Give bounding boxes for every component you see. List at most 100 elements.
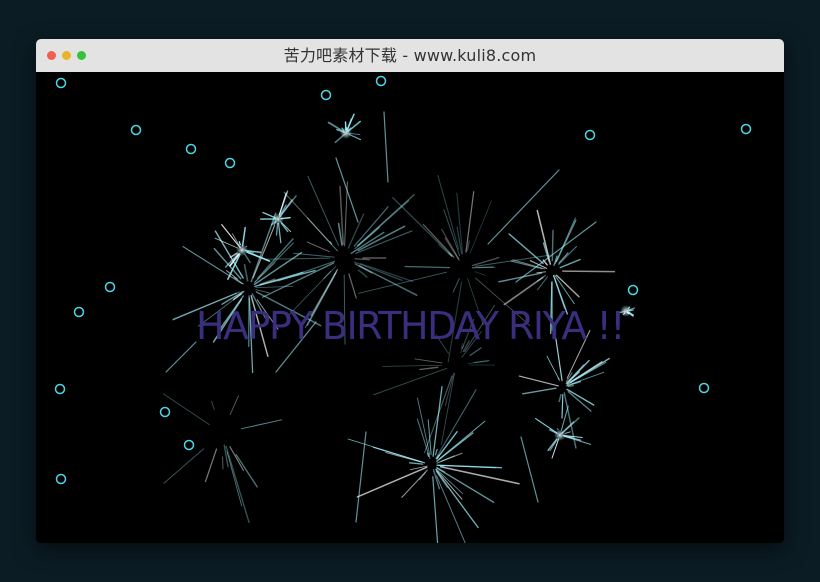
spark-streak bbox=[553, 275, 568, 315]
spark-streak bbox=[323, 270, 332, 279]
spark-streak bbox=[248, 297, 254, 374]
spark-streak bbox=[337, 222, 343, 246]
floating-ring bbox=[224, 157, 236, 169]
spark-streak bbox=[562, 270, 616, 273]
spark-streak bbox=[392, 196, 453, 257]
spark-streak bbox=[343, 274, 346, 345]
spark-streak bbox=[353, 261, 403, 281]
spark-streak bbox=[558, 393, 562, 403]
spark-streak bbox=[235, 453, 258, 488]
spark-streak bbox=[373, 367, 448, 396]
spark-streak bbox=[464, 304, 496, 353]
spark-streak bbox=[465, 191, 475, 253]
burst-core bbox=[340, 127, 352, 139]
spark-streak bbox=[475, 277, 531, 327]
floating-ring bbox=[183, 439, 195, 451]
spark-streak bbox=[229, 395, 239, 416]
spark-streak bbox=[357, 269, 368, 278]
spark-streak bbox=[435, 389, 477, 460]
spark-streak bbox=[447, 281, 463, 363]
spark-streak bbox=[182, 246, 243, 285]
spark-streak bbox=[564, 431, 571, 434]
spark-streak bbox=[382, 364, 442, 367]
spark-streak bbox=[255, 291, 322, 327]
firework-burst bbox=[347, 385, 520, 543]
spark-streak bbox=[414, 358, 443, 364]
spark-streak bbox=[204, 448, 218, 483]
spark-streak bbox=[211, 400, 215, 410]
spark-streak bbox=[434, 448, 438, 456]
fireworks-canvas[interactable]: HAPPY BIRTHDAY RIYA !! bbox=[36, 72, 784, 543]
floating-ring bbox=[73, 306, 85, 318]
spark-streak bbox=[555, 338, 563, 381]
burst-core bbox=[620, 305, 632, 317]
rocket-trail bbox=[335, 157, 359, 223]
spark-streak bbox=[551, 229, 554, 262]
rocket-trail bbox=[355, 431, 367, 523]
spark-streak bbox=[424, 375, 453, 454]
spark-streak bbox=[401, 469, 428, 498]
spark-streak bbox=[503, 276, 544, 306]
rocket-trail bbox=[487, 169, 560, 245]
spark-streak bbox=[437, 174, 460, 250]
floating-ring bbox=[627, 284, 639, 296]
spark-streak bbox=[559, 258, 581, 269]
spark-streak bbox=[432, 385, 443, 457]
rocket-trail bbox=[383, 111, 389, 183]
spark-streak bbox=[255, 285, 294, 289]
rocket-trail bbox=[520, 436, 539, 503]
spark-streak bbox=[358, 271, 447, 294]
floating-ring bbox=[55, 473, 67, 485]
floating-ring bbox=[740, 123, 752, 135]
spark-streak bbox=[440, 372, 455, 445]
spark-streak bbox=[452, 278, 460, 293]
spark-streak bbox=[277, 222, 282, 244]
firework-burst bbox=[498, 209, 616, 335]
floating-ring bbox=[698, 382, 710, 394]
firework-burst bbox=[162, 393, 283, 524]
spark-streak bbox=[518, 375, 559, 387]
firework-burst bbox=[358, 174, 551, 363]
spark-streak bbox=[404, 265, 451, 269]
floating-ring bbox=[54, 383, 66, 395]
spark-streak bbox=[238, 241, 241, 246]
spark-streak bbox=[350, 231, 385, 254]
firework-burst bbox=[619, 305, 636, 317]
spark-streak bbox=[422, 223, 455, 258]
spark-streak bbox=[306, 241, 330, 253]
spark-streak bbox=[163, 448, 205, 484]
spark-streak bbox=[522, 387, 557, 395]
spark-streak bbox=[419, 366, 439, 371]
spark-streak bbox=[432, 476, 439, 543]
spark-streak bbox=[435, 468, 463, 500]
spark-streak bbox=[348, 273, 357, 299]
title-bar: 苦力吧素材下载 - www.kuli8.com bbox=[36, 39, 784, 73]
burst-core bbox=[272, 213, 284, 225]
spark-streak bbox=[356, 194, 415, 247]
spark-streak bbox=[244, 253, 251, 264]
spark-streak bbox=[536, 275, 546, 282]
spark-streak bbox=[438, 244, 453, 258]
spark-streak bbox=[561, 394, 564, 419]
spark-streak bbox=[469, 347, 482, 357]
spark-streak bbox=[535, 418, 558, 434]
floating-ring bbox=[55, 77, 67, 89]
fireworks-layer bbox=[54, 75, 752, 543]
spark-streak bbox=[474, 271, 486, 276]
rocket-trail bbox=[515, 221, 597, 283]
floating-ring bbox=[320, 89, 332, 101]
spark-streak bbox=[221, 224, 241, 248]
spark-streak bbox=[304, 268, 339, 329]
spark-streak bbox=[435, 334, 449, 354]
spark-streak bbox=[212, 298, 243, 343]
spark-streak bbox=[347, 438, 422, 463]
window-title: 苦力吧素材下载 - www.kuli8.com bbox=[283, 46, 537, 65]
spark-streak bbox=[461, 331, 482, 358]
floating-ring bbox=[185, 143, 197, 155]
rocket-trail bbox=[165, 341, 197, 373]
spark-streak bbox=[275, 222, 279, 236]
spark-streak bbox=[436, 475, 466, 543]
firework-burst bbox=[373, 304, 496, 454]
browser-window: 苦力吧素材下载 - www.kuli8.com HAPPY BIRTHDAY R… bbox=[36, 39, 784, 543]
rocket-trail bbox=[275, 321, 317, 373]
